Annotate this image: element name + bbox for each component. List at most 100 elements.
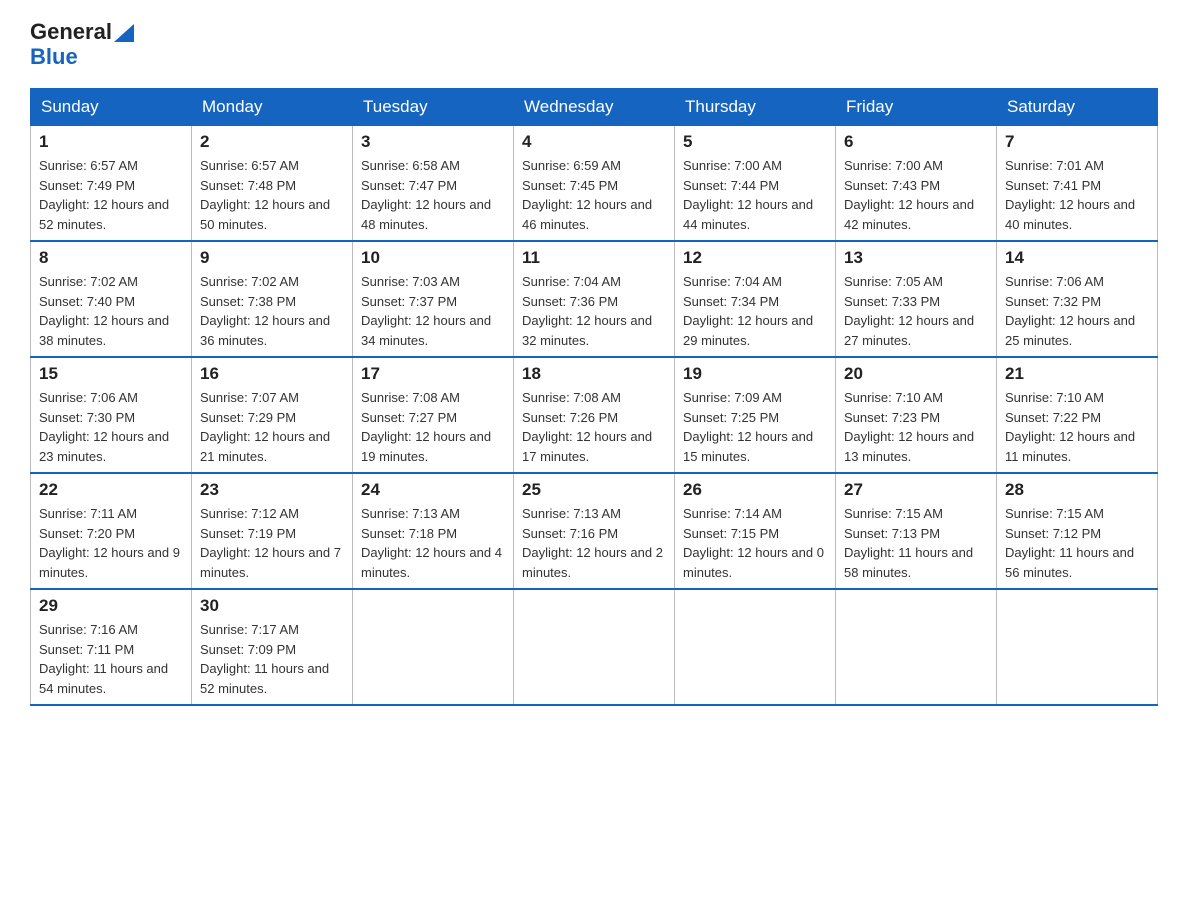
day-info: Sunrise: 7:00 AMSunset: 7:43 PMDaylight:… [844,156,988,234]
day-number: 1 [39,132,183,152]
day-number: 17 [361,364,505,384]
logo-general: General [30,20,134,44]
day-info: Sunrise: 7:11 AMSunset: 7:20 PMDaylight:… [39,504,183,582]
day-info: Sunrise: 6:57 AMSunset: 7:48 PMDaylight:… [200,156,344,234]
day-info: Sunrise: 7:13 AMSunset: 7:18 PMDaylight:… [361,504,505,582]
day-number: 24 [361,480,505,500]
calendar-cell: 25 Sunrise: 7:13 AMSunset: 7:16 PMDayligh… [514,473,675,589]
day-info: Sunrise: 7:14 AMSunset: 7:15 PMDaylight:… [683,504,827,582]
day-info: Sunrise: 7:06 AMSunset: 7:30 PMDaylight:… [39,388,183,466]
day-number: 21 [1005,364,1149,384]
logo-area: General Blue [30,20,134,70]
day-number: 6 [844,132,988,152]
page-header: General Blue [30,20,1158,70]
day-number: 9 [200,248,344,268]
calendar-cell: 12Sunrise: 7:04 AMSunset: 7:34 PMDayligh… [675,241,836,357]
weekday-header: Saturday [997,89,1158,126]
day-info: Sunrise: 7:04 AMSunset: 7:36 PMDaylight:… [522,272,666,350]
calendar-cell: 27Sunrise: 7:15 AMSunset: 7:13 PMDayligh… [836,473,997,589]
day-info: Sunrise: 7:17 AMSunset: 7:09 PMDaylight:… [200,620,344,698]
day-info: Sunrise: 7:06 AMSunset: 7:32 PMDaylight:… [1005,272,1149,350]
calendar-cell: 13 Sunrise: 7:05 AMSunset: 7:33 PMDayligh… [836,241,997,357]
calendar-week-row: 8Sunrise: 7:02 AMSunset: 7:40 PMDaylight… [31,241,1158,357]
day-info: Sunrise: 7:08 AMSunset: 7:27 PMDaylight:… [361,388,505,466]
calendar-week-row: 1 Sunrise: 6:57 AMSunset: 7:49 PMDaylight… [31,126,1158,242]
day-info: Sunrise: 6:57 AMSunset: 7:49 PMDaylight:… [39,156,183,234]
day-info: Sunrise: 7:10 AMSunset: 7:23 PMDaylight:… [844,388,988,466]
weekday-header: Monday [192,89,353,126]
calendar-cell: 30 Sunrise: 7:17 AMSunset: 7:09 PMDayligh… [192,589,353,705]
day-number: 8 [39,248,183,268]
weekday-header: Friday [836,89,997,126]
day-info: Sunrise: 7:12 AMSunset: 7:19 PMDaylight:… [200,504,344,582]
weekday-header: Sunday [31,89,192,126]
day-number: 3 [361,132,505,152]
day-number: 10 [361,248,505,268]
day-info: Sunrise: 7:16 AMSunset: 7:11 PMDaylight:… [39,620,183,698]
calendar-cell [675,589,836,705]
calendar-cell: 26 Sunrise: 7:14 AMSunset: 7:15 PMDayligh… [675,473,836,589]
day-number: 14 [1005,248,1149,268]
calendar-cell [353,589,514,705]
day-info: Sunrise: 7:02 AMSunset: 7:38 PMDaylight:… [200,272,344,350]
day-number: 30 [200,596,344,616]
day-number: 4 [522,132,666,152]
weekday-header-row: SundayMondayTuesdayWednesdayThursdayFrid… [31,89,1158,126]
calendar-cell: 23 Sunrise: 7:12 AMSunset: 7:19 PMDayligh… [192,473,353,589]
calendar-cell: 7 Sunrise: 7:01 AMSunset: 7:41 PMDaylight… [997,126,1158,242]
day-number: 12 [683,248,827,268]
calendar-cell: 8Sunrise: 7:02 AMSunset: 7:40 PMDaylight… [31,241,192,357]
calendar-cell: 5 Sunrise: 7:00 AMSunset: 7:44 PMDaylight… [675,126,836,242]
calendar-cell: 28Sunrise: 7:15 AMSunset: 7:12 PMDayligh… [997,473,1158,589]
day-number: 23 [200,480,344,500]
day-info: Sunrise: 7:10 AMSunset: 7:22 PMDaylight:… [1005,388,1149,466]
day-number: 5 [683,132,827,152]
weekday-header: Thursday [675,89,836,126]
calendar-cell: 29 Sunrise: 7:16 AMSunset: 7:11 PMDayligh… [31,589,192,705]
logo-blue: Blue [30,44,78,70]
calendar-cell: 6 Sunrise: 7:00 AMSunset: 7:43 PMDaylight… [836,126,997,242]
calendar-cell: 14 Sunrise: 7:06 AMSunset: 7:32 PMDayligh… [997,241,1158,357]
day-info: Sunrise: 7:13 AMSunset: 7:16 PMDaylight:… [522,504,666,582]
day-number: 22 [39,480,183,500]
calendar-cell: 20 Sunrise: 7:10 AMSunset: 7:23 PMDayligh… [836,357,997,473]
calendar-cell [514,589,675,705]
calendar-cell: 19Sunrise: 7:09 AMSunset: 7:25 PMDayligh… [675,357,836,473]
day-number: 26 [683,480,827,500]
day-number: 29 [39,596,183,616]
calendar-cell: 9 Sunrise: 7:02 AMSunset: 7:38 PMDaylight… [192,241,353,357]
day-number: 2 [200,132,344,152]
calendar-week-row: 15 Sunrise: 7:06 AMSunset: 7:30 PMDayligh… [31,357,1158,473]
day-info: Sunrise: 7:00 AMSunset: 7:44 PMDaylight:… [683,156,827,234]
calendar-cell: 24 Sunrise: 7:13 AMSunset: 7:18 PMDayligh… [353,473,514,589]
day-info: Sunrise: 7:07 AMSunset: 7:29 PMDaylight:… [200,388,344,466]
calendar-cell: 22 Sunrise: 7:11 AMSunset: 7:20 PMDayligh… [31,473,192,589]
calendar-cell: 2 Sunrise: 6:57 AMSunset: 7:48 PMDaylight… [192,126,353,242]
calendar-cell: 4 Sunrise: 6:59 AMSunset: 7:45 PMDaylight… [514,126,675,242]
calendar-cell: 1 Sunrise: 6:57 AMSunset: 7:49 PMDaylight… [31,126,192,242]
day-number: 7 [1005,132,1149,152]
day-number: 11 [522,248,666,268]
day-number: 20 [844,364,988,384]
calendar-cell: 15 Sunrise: 7:06 AMSunset: 7:30 PMDayligh… [31,357,192,473]
day-number: 16 [200,364,344,384]
calendar-cell: 3Sunrise: 6:58 AMSunset: 7:47 PMDaylight… [353,126,514,242]
day-number: 13 [844,248,988,268]
calendar-cell: 16 Sunrise: 7:07 AMSunset: 7:29 PMDayligh… [192,357,353,473]
day-info: Sunrise: 7:05 AMSunset: 7:33 PMDaylight:… [844,272,988,350]
day-number: 18 [522,364,666,384]
day-info: Sunrise: 7:08 AMSunset: 7:26 PMDaylight:… [522,388,666,466]
day-number: 15 [39,364,183,384]
weekday-header: Wednesday [514,89,675,126]
calendar-cell: 17 Sunrise: 7:08 AMSunset: 7:27 PMDayligh… [353,357,514,473]
day-info: Sunrise: 6:59 AMSunset: 7:45 PMDaylight:… [522,156,666,234]
calendar-cell [997,589,1158,705]
calendar-cell: 11 Sunrise: 7:04 AMSunset: 7:36 PMDayligh… [514,241,675,357]
day-number: 25 [522,480,666,500]
calendar-week-row: 29 Sunrise: 7:16 AMSunset: 7:11 PMDayligh… [31,589,1158,705]
day-info: Sunrise: 7:15 AMSunset: 7:13 PMDaylight:… [844,504,988,582]
day-info: Sunrise: 7:01 AMSunset: 7:41 PMDaylight:… [1005,156,1149,234]
calendar-cell [836,589,997,705]
calendar-cell: 21 Sunrise: 7:10 AMSunset: 7:22 PMDayligh… [997,357,1158,473]
calendar-table: SundayMondayTuesdayWednesdayThursdayFrid… [30,88,1158,706]
